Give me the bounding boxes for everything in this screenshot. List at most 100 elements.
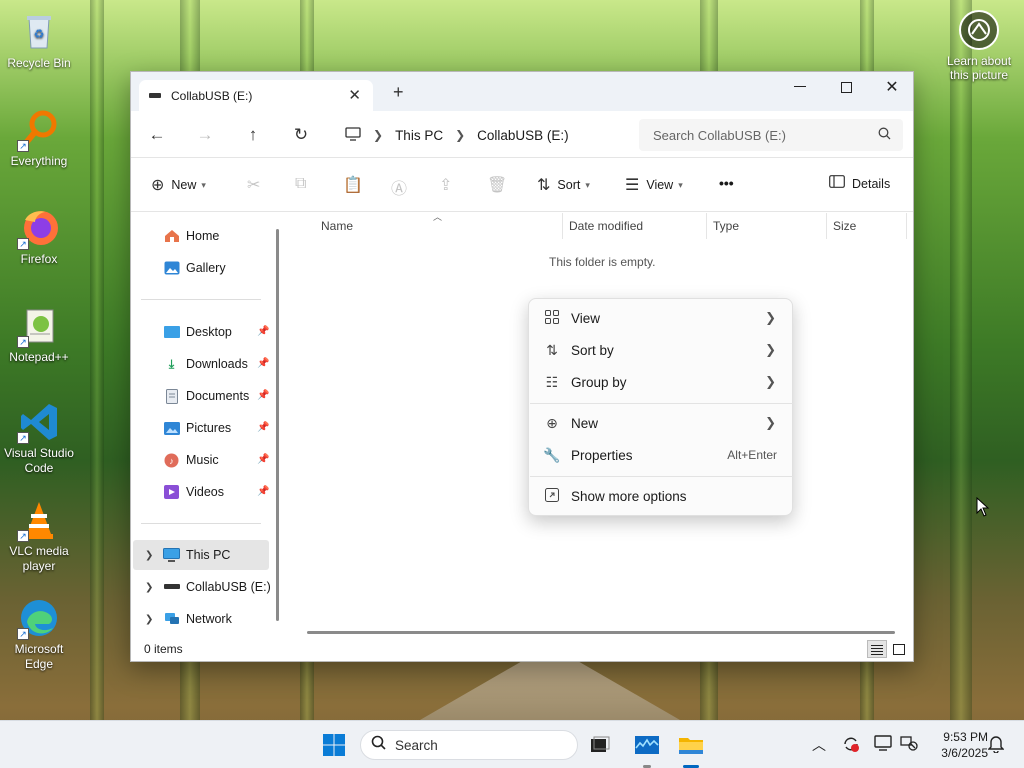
maximize-button[interactable] — [823, 72, 869, 102]
column-divider[interactable] — [562, 213, 563, 239]
desktop-icon-firefox[interactable]: ↗ Firefox — [2, 206, 76, 267]
sync-update-icon[interactable] — [842, 735, 860, 756]
clock-time: 9:53 PM — [943, 730, 988, 744]
share-button[interactable]: ⇪ — [439, 175, 459, 195]
pin-icon: 📌 — [257, 454, 270, 465]
pin-icon: 📌 — [257, 358, 270, 369]
sidebar-item-gallery[interactable]: Gallery — [163, 257, 226, 279]
sidebar-item-downloads[interactable]: ⤓ Downloads — [163, 353, 248, 375]
desktop-icon-recycle-bin[interactable]: ♻ Recycle Bin — [2, 10, 76, 71]
see-more-button[interactable]: ••• — [719, 175, 734, 191]
sidebar-item-label: Home — [186, 229, 220, 243]
refresh-button[interactable]: ↻ — [289, 123, 313, 147]
grid-view-icon — [543, 309, 561, 327]
file-explorer-icon[interactable] — [678, 733, 704, 757]
system-clock[interactable]: 9:53 PM 3/6/2025 — [926, 729, 988, 761]
music-icon: ♪ — [163, 453, 180, 468]
sidebar-item-collabusb[interactable]: CollabUSB (E:) — [163, 576, 271, 598]
pin-icon: 📌 — [257, 486, 270, 497]
delete-button[interactable]: 🗑 — [487, 175, 514, 195]
cut-button[interactable]: ✂ — [247, 175, 267, 195]
new-tab-button[interactable]: + — [393, 82, 404, 103]
menu-item-view[interactable]: View ❯ — [529, 303, 792, 333]
horizontal-scrollbar[interactable] — [307, 631, 895, 634]
menu-item-label: Properties — [571, 447, 633, 463]
back-button[interactable]: ← — [145, 123, 169, 147]
rename-button[interactable]: Ⓐ — [391, 175, 414, 199]
sort-button[interactable]: ⇅ Sort ▾ — [537, 175, 590, 195]
sidebar-item-desktop[interactable]: Desktop — [163, 321, 232, 343]
status-bar: 0 items — [131, 637, 913, 661]
rename-icon: Ⓐ — [391, 181, 408, 198]
desktop-icon-edge[interactable]: ↗ Microsoft Edge — [2, 596, 76, 672]
sidebar-item-this-pc[interactable]: This PC — [163, 544, 230, 566]
menu-item-properties[interactable]: 🔧 Properties Alt+Enter — [529, 440, 792, 470]
address-bar[interactable]: ❯ This PC ❯ CollabUSB (E:) — [331, 119, 633, 151]
column-header-type[interactable]: Type — [713, 219, 739, 233]
task-view-icon[interactable] — [588, 733, 612, 757]
close-tab-icon[interactable]: ✕ — [348, 86, 361, 104]
up-button[interactable]: ↑ — [241, 123, 265, 147]
sidebar-divider — [141, 523, 261, 524]
copy-button[interactable]: ⧉ — [295, 175, 313, 193]
menu-item-new[interactable]: ⊕ New ❯ — [529, 408, 792, 438]
details-view-button[interactable] — [867, 640, 887, 658]
taskbar-search-box[interactable]: Search — [360, 730, 578, 760]
breadcrumb-collabusb[interactable]: CollabUSB (E:) — [477, 128, 569, 143]
column-divider[interactable] — [826, 213, 827, 239]
column-divider[interactable] — [706, 213, 707, 239]
view-label: View — [646, 178, 674, 192]
display-monitor-icon[interactable] — [874, 735, 892, 754]
menu-item-sort-by[interactable]: ⇅ Sort by ❯ — [529, 335, 792, 365]
share-icon: ⇪ — [439, 177, 453, 194]
clock-date: 3/6/2025 — [941, 746, 988, 760]
desktop-icon-everything[interactable]: ↗ Everything — [2, 108, 76, 169]
column-header-size[interactable]: Size — [833, 219, 856, 233]
minimize-button[interactable] — [777, 72, 823, 102]
paste-button[interactable]: 📋 — [343, 175, 370, 195]
close-window-button[interactable]: ✕ — [869, 72, 915, 102]
sidebar-item-pictures[interactable]: Pictures — [163, 417, 231, 439]
details-button[interactable]: Details — [829, 175, 890, 193]
desktop-icon-vlc[interactable]: ↗ VLC media player — [2, 498, 76, 574]
chevron-right-icon[interactable]: ❯ — [145, 582, 153, 593]
sidebar-item-music[interactable]: ♪ Music — [163, 449, 219, 471]
task-manager-icon[interactable] — [634, 733, 660, 757]
column-header-date-modified[interactable]: Date modified — [569, 219, 643, 233]
chevron-right-icon: ❯ — [455, 128, 466, 142]
breadcrumb-this-pc[interactable]: This PC — [395, 128, 443, 143]
chevron-right-icon: ❯ — [765, 415, 776, 430]
taskbar: Search ︿ 9:53 PM 3/6/2025 — [0, 720, 1024, 768]
forward-button[interactable]: → — [193, 123, 217, 147]
view-button[interactable]: ☰ View ▾ — [625, 175, 683, 195]
sidebar-item-network[interactable]: Network — [163, 608, 232, 630]
desktop-icon-notepad-plus-plus[interactable]: ↗ Notepad++ — [2, 304, 76, 365]
pin-icon: 📌 — [257, 326, 270, 337]
new-button[interactable]: ⊕ New ▾ — [151, 175, 206, 195]
column-divider[interactable] — [906, 213, 907, 239]
show-hidden-icons-chevron-up-icon[interactable]: ︿ — [812, 735, 826, 755]
learn-about-picture[interactable]: Learn about this picture — [940, 10, 1018, 82]
menu-item-show-more-options[interactable]: Show more options — [529, 481, 792, 511]
tab-collabusb[interactable]: CollabUSB (E:) ✕ — [139, 80, 373, 111]
sidebar-scrollbar[interactable] — [276, 229, 279, 621]
sidebar-item-videos[interactable]: Videos — [163, 481, 224, 503]
monitor-icon — [345, 126, 361, 144]
column-header-name[interactable]: Name — [321, 219, 353, 233]
sort-arrows-icon: ⇅ — [537, 177, 551, 194]
shortcut-arrow-icon: ↗ — [17, 140, 29, 152]
plus-circle-icon: ⊕ — [546, 414, 558, 431]
chevron-right-icon[interactable]: ❯ — [145, 550, 153, 561]
network-disconnected-icon[interactable] — [900, 735, 918, 754]
notification-bell-icon[interactable] — [987, 735, 1005, 756]
windows-start-icon[interactable] — [322, 733, 346, 757]
search-box[interactable]: Search CollabUSB (E:) — [639, 119, 903, 151]
scissors-icon: ✂ — [247, 177, 261, 194]
sidebar-item-home[interactable]: Home — [163, 225, 219, 247]
sidebar-divider — [141, 299, 261, 300]
desktop-icon-vscode[interactable]: ↗ Visual Studio Code — [2, 400, 76, 476]
menu-item-group-by[interactable]: ☷ Group by ❯ — [529, 367, 792, 397]
tiles-view-button[interactable] — [889, 640, 909, 658]
sidebar-item-documents[interactable]: Documents — [163, 385, 249, 407]
chevron-right-icon[interactable]: ❯ — [145, 614, 153, 625]
